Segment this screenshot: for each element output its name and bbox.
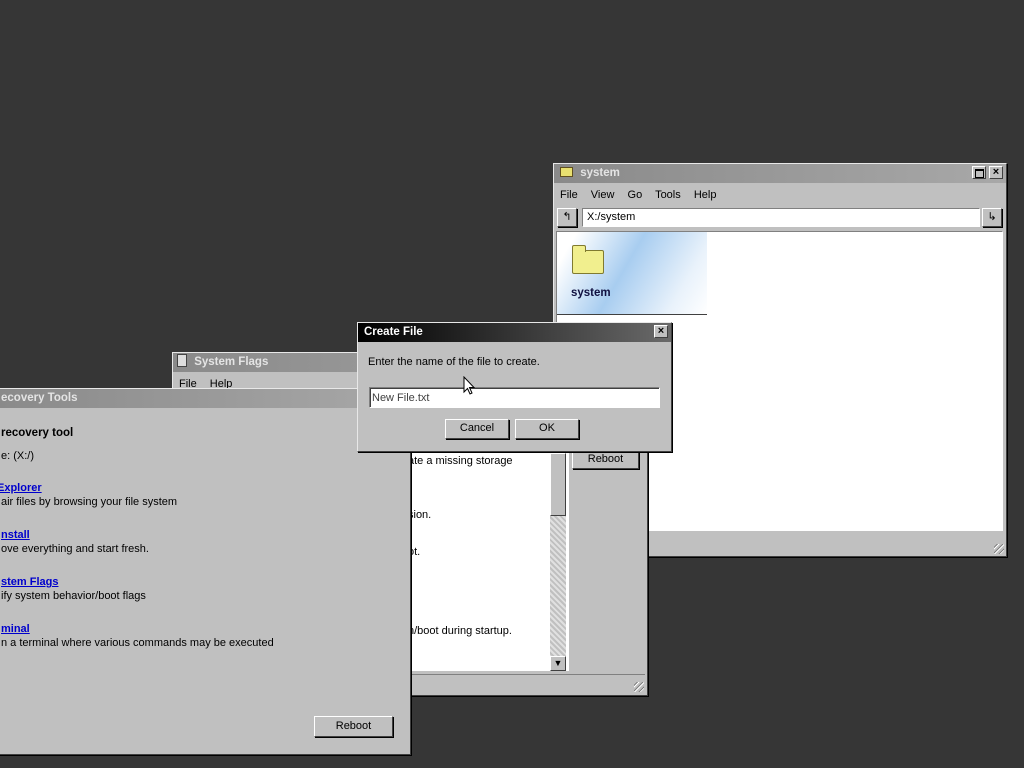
menu-tools[interactable]: Tools bbox=[655, 189, 681, 201]
size-grip-icon[interactable] bbox=[994, 544, 1004, 554]
menu-go[interactable]: Go bbox=[628, 189, 643, 201]
folder-icon bbox=[560, 167, 573, 177]
address-bar[interactable]: X:/system bbox=[582, 208, 980, 227]
flags-reboot-button[interactable]: Reboot bbox=[572, 451, 639, 469]
recovery-heading: recovery tool bbox=[1, 427, 74, 439]
filename-input[interactable] bbox=[369, 387, 660, 408]
flag-desc: ate a missing storage bbox=[408, 455, 513, 467]
close-icon[interactable]: × bbox=[989, 166, 1003, 179]
up-arrow-icon[interactable]: ↰ bbox=[557, 208, 577, 227]
system-flags-desc: ify system behavior/boot flags bbox=[1, 590, 146, 602]
create-file-dialog: Create File × Enter the name of the file… bbox=[357, 322, 672, 452]
ok-button[interactable]: OK bbox=[515, 419, 579, 439]
recovery-title: ecovery Tools bbox=[1, 392, 78, 404]
go-arrow-icon[interactable]: ↳ bbox=[982, 208, 1002, 227]
menu-view[interactable]: View bbox=[591, 189, 615, 201]
flags-title: System Flags bbox=[194, 356, 269, 368]
explorer-desc: air files by browsing your file system bbox=[1, 496, 178, 508]
explorer-link[interactable]: Explorer bbox=[0, 482, 42, 494]
flag-desc: n/boot during startup. bbox=[408, 625, 512, 637]
wrench-icon bbox=[177, 354, 187, 367]
recovery-reboot-button[interactable]: Reboot bbox=[314, 716, 393, 737]
folder-label: system bbox=[571, 287, 611, 299]
dialog-titlebar[interactable]: Create File bbox=[358, 323, 671, 342]
scrollbar[interactable]: ▼ bbox=[550, 453, 566, 671]
desktop: { "recovery_window": { "title": "ecovery… bbox=[0, 0, 1024, 768]
dialog-prompt: Enter the name of the file to create. bbox=[368, 356, 540, 368]
system-flags-link[interactable]: stem Flags bbox=[1, 576, 58, 588]
mouse-cursor-icon bbox=[463, 376, 475, 395]
explorer-titlebar[interactable]: system bbox=[554, 164, 1006, 183]
reinstall-desc: ove everything and start fresh. bbox=[1, 543, 149, 555]
scroll-down-icon[interactable]: ▼ bbox=[550, 656, 566, 671]
recovery-window: ecovery Tools recovery tool e: (X:/) Exp… bbox=[0, 388, 411, 755]
drive-line: e: (X:/) bbox=[1, 450, 35, 462]
address-text: X:/system bbox=[587, 211, 636, 223]
terminal-link[interactable]: minal bbox=[1, 623, 30, 635]
explorer-menubar: File View Go Tools Help bbox=[560, 189, 726, 201]
menu-file[interactable]: File bbox=[560, 189, 578, 201]
dialog-title: Create File bbox=[364, 326, 423, 338]
cancel-button[interactable]: Cancel bbox=[445, 419, 509, 439]
menu-help[interactable]: Help bbox=[694, 189, 717, 201]
maximize-icon[interactable] bbox=[972, 166, 986, 179]
terminal-desc: n a terminal where various commands may … bbox=[1, 637, 274, 649]
flag-desc: sion. bbox=[408, 509, 432, 521]
reinstall-link[interactable]: nstall bbox=[1, 529, 30, 541]
scroll-thumb[interactable] bbox=[550, 453, 566, 516]
explorer-title: system bbox=[580, 167, 620, 179]
size-grip-icon[interactable] bbox=[634, 682, 644, 692]
folder-icon bbox=[572, 245, 604, 274]
close-icon[interactable]: × bbox=[654, 325, 668, 338]
recovery-titlebar[interactable]: ecovery Tools bbox=[0, 389, 410, 408]
